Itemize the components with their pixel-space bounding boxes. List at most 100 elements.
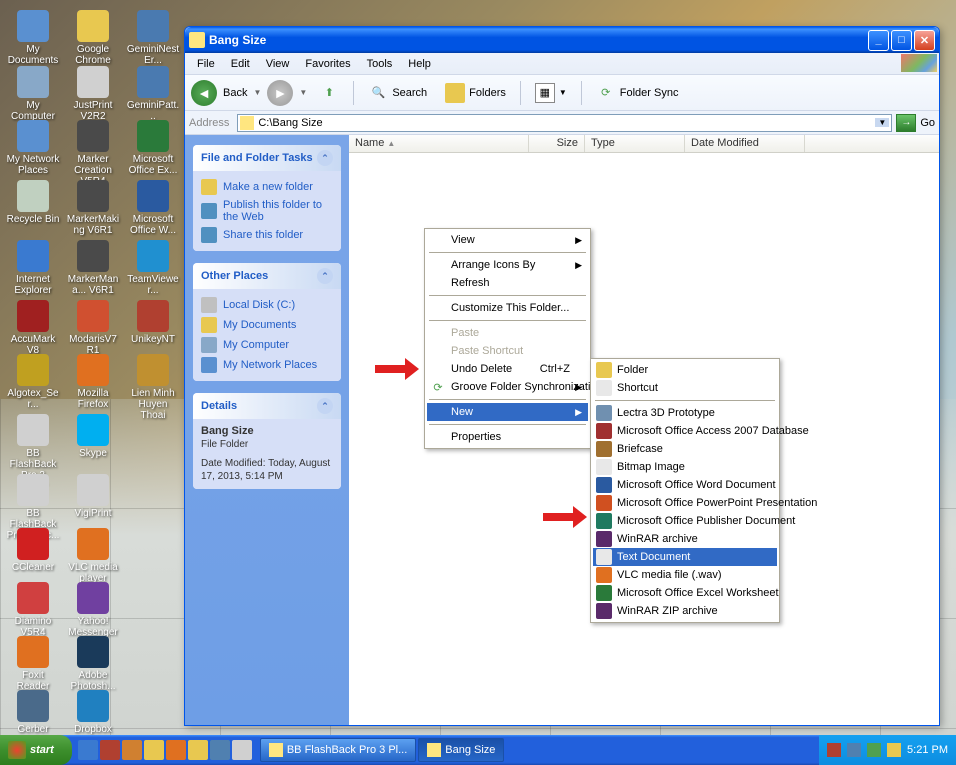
minimize-button[interactable]: _ [868, 30, 889, 51]
tray-icon[interactable] [847, 743, 861, 757]
menu-favorites[interactable]: Favorites [297, 56, 358, 72]
sidebar-place-item[interactable]: My Computer [201, 335, 333, 355]
desktop-icon[interactable]: Internet Explorer [6, 240, 60, 296]
desktop-icon[interactable]: Microsoft Office W... [126, 180, 180, 236]
new-item[interactable]: Microsoft Office Word Document [593, 476, 777, 494]
ql-chrome-icon[interactable] [188, 740, 208, 760]
new-item[interactable]: VLC media file (.wav) [593, 566, 777, 584]
menu-arrange-icons[interactable]: Arrange Icons By▶ [427, 256, 588, 274]
desktop-icon[interactable]: AccuMark V8 [6, 300, 60, 356]
desktop-icon[interactable]: VLC media player [66, 528, 120, 584]
new-item[interactable]: Lectra 3D Prototype [593, 404, 777, 422]
desktop-icon[interactable]: MarkerMaking V6R1 [66, 180, 120, 236]
sidebar-place-item[interactable]: Local Disk (C:) [201, 295, 333, 315]
address-input[interactable]: C:\Bang Size ▼ [237, 114, 892, 132]
desktop-icon[interactable]: CCleaner [6, 528, 60, 573]
sidebar-place-item[interactable]: My Network Places [201, 355, 333, 375]
menu-refresh[interactable]: Refresh [427, 274, 588, 292]
foldersync-button[interactable]: ⟳Folder Sync [590, 81, 685, 105]
desktop-icon[interactable]: TeamViewer... [126, 240, 180, 296]
desktop-icon[interactable]: UnikeyNT [126, 300, 180, 345]
maximize-button[interactable]: □ [891, 30, 912, 51]
desktop-icon[interactable]: MarkerMana... V6R1 [66, 240, 120, 296]
new-item[interactable]: Bitmap Image [593, 458, 777, 476]
back-dropdown-icon[interactable]: ▼ [253, 88, 261, 97]
search-button[interactable]: 🔍Search [362, 81, 433, 105]
desktop-icon[interactable]: GeminiPatt... [126, 66, 180, 122]
new-item[interactable]: Briefcase [593, 440, 777, 458]
desktop-icon[interactable]: Recycle Bin [6, 180, 60, 225]
ql-icon[interactable] [144, 740, 164, 760]
fwd-dropdown-icon[interactable]: ▼ [299, 88, 307, 97]
ql-icon[interactable] [122, 740, 142, 760]
menu-undo-delete[interactable]: Undo DeleteCtrl+Z [427, 360, 588, 378]
folders-button[interactable]: Folders [439, 81, 512, 105]
back-button[interactable]: ◄ [191, 80, 217, 106]
desktop-icon[interactable]: Marker Creation V5R4 [66, 120, 120, 187]
desktop-icon[interactable]: Diamino V5R4 [6, 582, 60, 638]
taskbar-button[interactable]: BB FlashBack Pro 3 Pl... [260, 738, 416, 762]
column-type[interactable]: Type [585, 135, 685, 152]
desktop-icon[interactable]: Mozilla Firefox [66, 354, 120, 410]
go-button[interactable]: → [896, 114, 916, 132]
ql-unikey-icon[interactable] [100, 740, 120, 760]
column-datemod[interactable]: Date Modified [685, 135, 805, 152]
new-item[interactable]: WinRAR archive [593, 530, 777, 548]
column-size[interactable]: Size [529, 135, 585, 152]
start-button[interactable]: start [0, 735, 72, 765]
desktop-icon[interactable]: Dropbox [66, 690, 120, 735]
new-item[interactable]: Microsoft Office Publisher Document [593, 512, 777, 530]
menu-tools[interactable]: Tools [359, 56, 401, 72]
panel-header[interactable]: File and Folder Tasks⌃ [193, 145, 341, 171]
desktop-icon[interactable]: Adobe Photosh... [66, 636, 120, 692]
sidebar-task-item[interactable]: Publish this folder to the Web [201, 197, 333, 225]
up-button[interactable]: ⬆ [313, 81, 345, 105]
taskbar-button[interactable]: Bang Size [418, 738, 504, 762]
tray-icon[interactable] [827, 743, 841, 757]
menu-file[interactable]: File [189, 56, 223, 72]
desktop-icon[interactable]: My Documents [6, 10, 60, 66]
desktop-icon[interactable]: My Computer [6, 66, 60, 122]
menu-properties[interactable]: Properties [427, 428, 588, 446]
new-item[interactable]: Microsoft Office Excel Worksheet [593, 584, 777, 602]
desktop-icon[interactable]: Microsoft Office Ex... [126, 120, 180, 176]
sidebar-task-item[interactable]: Share this folder [201, 225, 333, 245]
new-item[interactable]: Microsoft Office PowerPoint Presentation [593, 494, 777, 512]
menu-help[interactable]: Help [400, 56, 439, 72]
new-item[interactable]: Folder [593, 361, 777, 379]
ql-icon[interactable] [210, 740, 230, 760]
desktop-icon[interactable]: My Network Places [6, 120, 60, 176]
menu-view[interactable]: View [258, 56, 298, 72]
desktop-icon[interactable]: Skype [66, 414, 120, 459]
ql-ie-icon[interactable] [78, 740, 98, 760]
ql-firefox-icon[interactable] [166, 740, 186, 760]
clock[interactable]: 5:21 PM [907, 744, 948, 756]
tray-volume-icon[interactable] [887, 743, 901, 757]
panel-header[interactable]: Other Places⌃ [193, 263, 341, 289]
sidebar-task-item[interactable]: Make a new folder [201, 177, 333, 197]
desktop-icon[interactable]: GeminiNestEr... [126, 10, 180, 66]
sidebar-place-item[interactable]: My Documents [201, 315, 333, 335]
desktop-icon[interactable]: Yahoo! Messenger [66, 582, 120, 638]
desktop-icon[interactable]: JustPrint V2R2 [66, 66, 120, 122]
desktop-icon[interactable]: Lien Minh Huyen Thoai [126, 354, 180, 421]
close-button[interactable]: ✕ [914, 30, 935, 51]
ql-icon[interactable] [232, 740, 252, 760]
views-button[interactable]: ▦▼ [529, 81, 573, 105]
desktop-icon[interactable]: VigiPrint [66, 474, 120, 519]
menu-edit[interactable]: Edit [223, 56, 258, 72]
menu-view[interactable]: View▶ [427, 231, 588, 249]
new-item[interactable]: Shortcut [593, 379, 777, 397]
new-item[interactable]: Text Document [593, 548, 777, 566]
desktop-icon[interactable]: Foxit Reader [6, 636, 60, 692]
new-item[interactable]: WinRAR ZIP archive [593, 602, 777, 620]
desktop-icon[interactable]: Algotex_Ser... [6, 354, 60, 410]
column-name[interactable]: Name ▲ [349, 135, 529, 152]
new-item[interactable]: Microsoft Office Access 2007 Database [593, 422, 777, 440]
menu-groove-sync[interactable]: ⟳Groove Folder Synchronization▶ [427, 378, 588, 396]
titlebar[interactable]: Bang Size _ □ ✕ [185, 27, 939, 53]
menu-new[interactable]: New▶ [427, 403, 588, 421]
panel-header[interactable]: Details⌃ [193, 393, 341, 419]
desktop-icon[interactable]: ModarisV7R1 [66, 300, 120, 356]
desktop-icon[interactable]: Google Chrome [66, 10, 120, 66]
